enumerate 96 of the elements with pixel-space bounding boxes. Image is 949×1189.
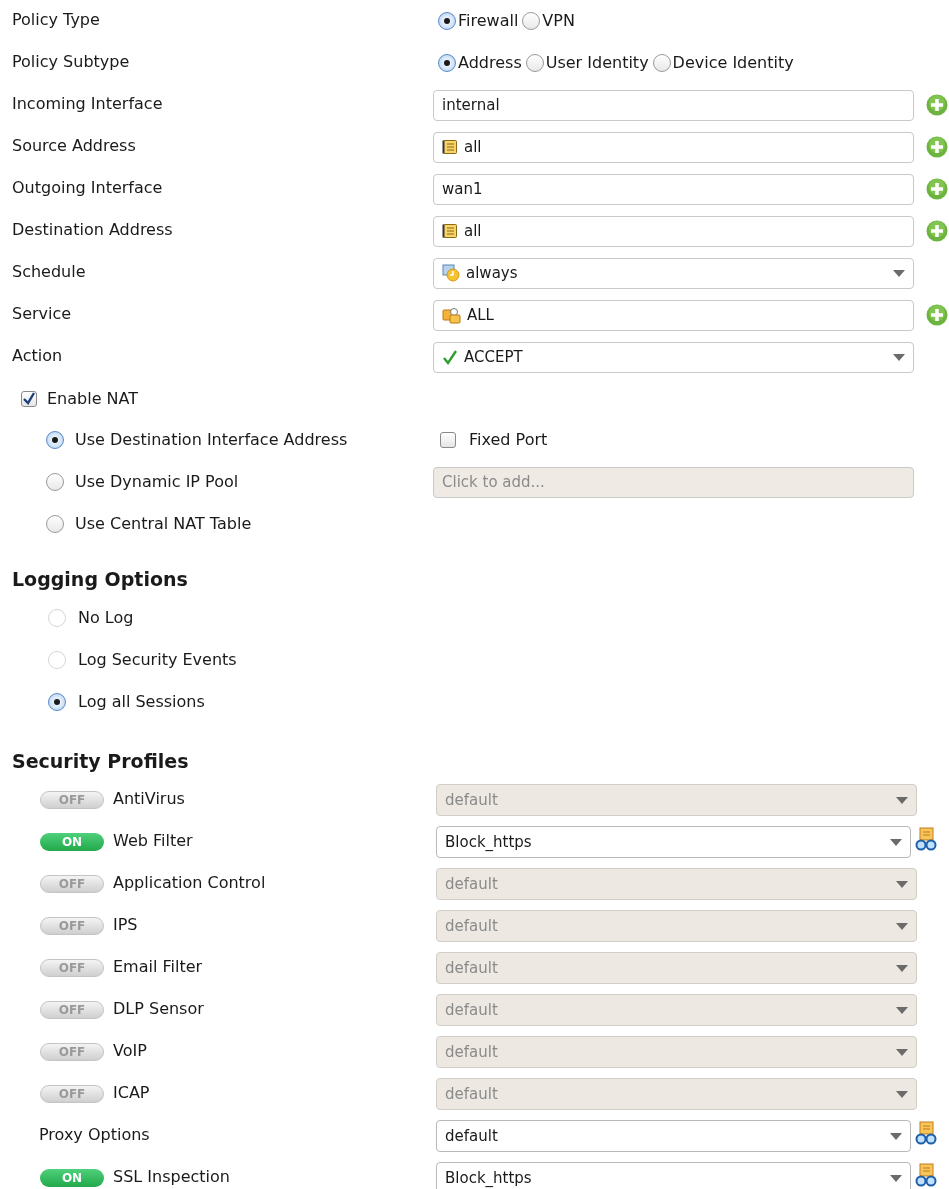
- document-glasses-icon[interactable]: [915, 827, 937, 851]
- radio-button[interactable]: [522, 12, 541, 30]
- radio-button[interactable]: [652, 54, 671, 72]
- toggle-switch[interactable]: OFF: [40, 791, 104, 809]
- radio-button[interactable]: [46, 473, 64, 491]
- field-label: Schedule: [11, 261, 87, 283]
- profile-label: DLP Sensor: [113, 997, 204, 1020]
- dropdown[interactable]: always: [433, 257, 914, 289]
- toggle-switch[interactable]: OFF: [40, 1001, 104, 1019]
- add-icon[interactable]: [926, 94, 948, 116]
- profile-label: Proxy Options: [39, 1123, 150, 1146]
- section-heading: Security Profiles: [11, 748, 190, 774]
- caret-icon: [890, 1132, 902, 1140]
- field-label: Destination Address: [11, 219, 174, 241]
- add-icon[interactable]: [926, 220, 948, 242]
- radio-label: No Log: [78, 607, 134, 629]
- document-glasses-icon[interactable]: [915, 1163, 937, 1187]
- caret-icon: [896, 796, 908, 804]
- dropdown[interactable]: default: [436, 868, 917, 900]
- address-book-icon: [442, 223, 458, 239]
- input-field[interactable]: internal: [433, 89, 914, 121]
- toggle-switch[interactable]: OFF: [40, 875, 104, 893]
- service-group-icon: [442, 306, 461, 324]
- section-heading: Logging Options: [11, 566, 189, 592]
- add-icon[interactable]: [926, 304, 948, 326]
- caret-icon: [896, 922, 908, 930]
- profile-label: IPS: [113, 913, 138, 936]
- input-field[interactable]: all: [433, 131, 914, 163]
- checkbox[interactable]: [440, 432, 456, 448]
- caret-icon: [896, 880, 908, 888]
- input-field[interactable]: all: [433, 215, 914, 247]
- radio-label: VPN: [542, 10, 575, 32]
- caret-icon: [890, 1174, 902, 1182]
- radio-label: Firewall: [458, 10, 519, 32]
- caret-icon: [896, 964, 908, 972]
- toggle-switch[interactable]: ON: [40, 833, 104, 851]
- dropdown[interactable]: default: [436, 1036, 917, 1068]
- dropdown[interactable]: default: [436, 952, 917, 984]
- radio-label: Log all Sessions: [78, 691, 205, 713]
- dropdown[interactable]: Block_https: [436, 826, 911, 858]
- dropdown[interactable]: default: [436, 1120, 911, 1152]
- input-field[interactable]: wan1: [433, 173, 914, 205]
- dropdown[interactable]: default: [436, 1078, 917, 1110]
- caret-icon: [896, 1006, 908, 1014]
- check-icon: [442, 349, 458, 365]
- profile-label: ICAP: [113, 1081, 150, 1104]
- radio-button[interactable]: [438, 54, 456, 72]
- profile-label: Web Filter: [113, 829, 193, 852]
- radio-label: Address: [458, 52, 522, 74]
- radio-label: Use Central NAT Table: [75, 513, 252, 535]
- radio-label: Use Destination Interface Address: [75, 429, 348, 451]
- radio-label: Log Security Events: [78, 649, 237, 671]
- caret-icon: [896, 1048, 908, 1056]
- address-book-icon: [442, 139, 458, 155]
- add-icon[interactable]: [926, 136, 948, 158]
- profile-label: Email Filter: [113, 955, 203, 978]
- field-label: Source Address: [11, 135, 137, 157]
- toggle-switch[interactable]: OFF: [40, 1043, 104, 1061]
- field-label: Policy Type: [11, 9, 101, 31]
- add-icon[interactable]: [926, 178, 948, 200]
- profile-label: AntiVirus: [113, 787, 185, 810]
- checkbox-label: Fixed Port: [469, 429, 548, 451]
- field-label: Outgoing Interface: [11, 177, 164, 199]
- radio-label: User Identity: [545, 52, 649, 74]
- radio-button[interactable]: [46, 515, 64, 533]
- caret-icon: [893, 353, 905, 361]
- radio-button[interactable]: [438, 12, 456, 30]
- caret-icon: [896, 1090, 908, 1098]
- toggle-switch[interactable]: OFF: [40, 1085, 104, 1103]
- radio-label: Use Dynamic IP Pool: [75, 471, 239, 493]
- caret-icon: [890, 838, 902, 846]
- toggle-switch[interactable]: OFF: [40, 959, 104, 977]
- dropdown[interactable]: default: [436, 910, 917, 942]
- field-label: Incoming Interface: [11, 93, 164, 115]
- dropdown[interactable]: default: [436, 784, 917, 816]
- radio-button[interactable]: [46, 431, 64, 449]
- caret-icon: [893, 269, 905, 277]
- dropdown[interactable]: default: [436, 994, 917, 1026]
- checkbox-label: Enable NAT: [47, 387, 139, 410]
- dropdown[interactable]: Block_https: [436, 1162, 911, 1189]
- checkbox[interactable]: [21, 390, 37, 407]
- profile-label: Application Control: [113, 871, 266, 894]
- radio-label: Device Identity: [672, 52, 794, 74]
- document-glasses-icon[interactable]: [915, 1121, 937, 1145]
- toggle-switch[interactable]: OFF: [40, 917, 104, 935]
- toggle-switch[interactable]: ON: [40, 1169, 104, 1187]
- radio-button[interactable]: [48, 693, 66, 711]
- field-label: Service: [11, 303, 73, 325]
- field-label: Policy Subtype: [11, 51, 131, 73]
- field-label: Action: [11, 345, 64, 367]
- profile-label: SSL Inspection: [113, 1165, 230, 1188]
- profile-label: VoIP: [113, 1039, 147, 1062]
- radio-button[interactable]: [525, 54, 544, 72]
- clock-icon: [442, 264, 460, 282]
- input-field[interactable]: ALL: [433, 299, 914, 331]
- dropdown[interactable]: ACCEPT: [433, 341, 914, 373]
